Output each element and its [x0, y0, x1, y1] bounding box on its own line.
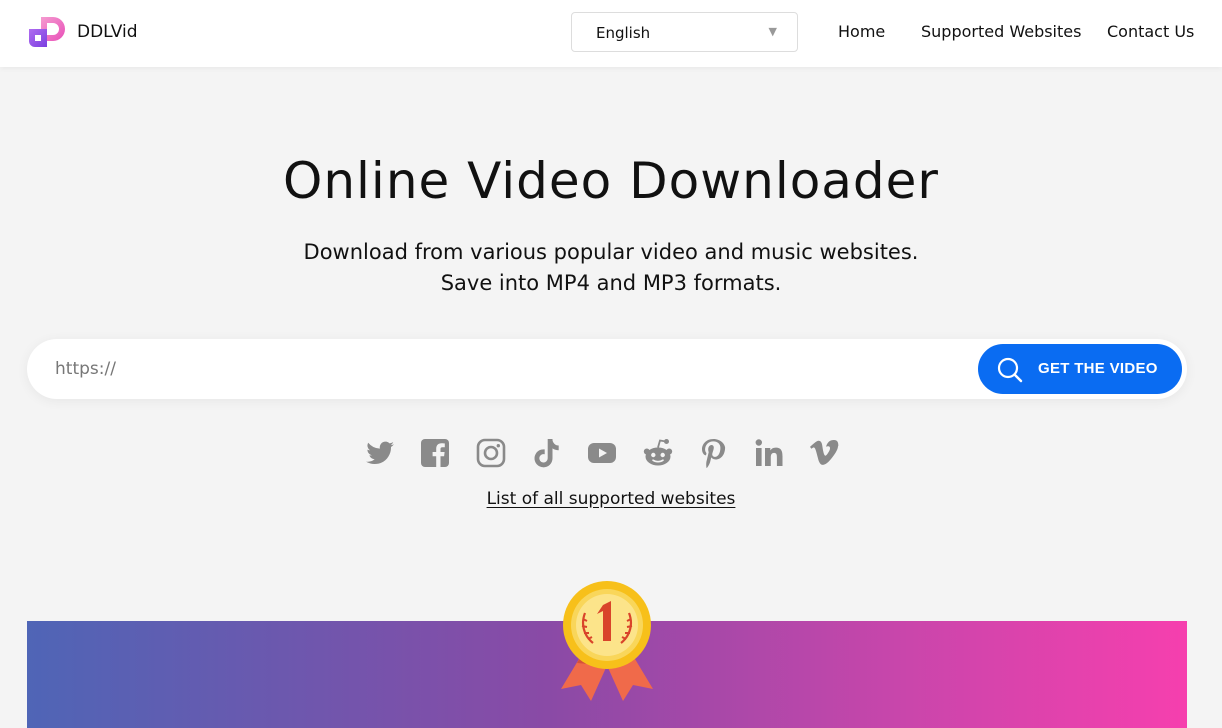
search-icon: [997, 357, 1023, 383]
tiktok-icon[interactable]: [530, 437, 562, 469]
language-select[interactable]: English ▼: [571, 12, 798, 52]
youtube-icon[interactable]: [586, 437, 618, 469]
language-selected: English: [596, 24, 651, 42]
instagram-icon[interactable]: [475, 437, 507, 469]
vimeo-icon[interactable]: [808, 437, 840, 469]
nav-home[interactable]: Home: [838, 22, 885, 41]
linkedin-icon[interactable]: [753, 437, 785, 469]
social-icons-row: [0, 437, 1222, 471]
url-input[interactable]: [55, 351, 955, 387]
reddit-icon[interactable]: [642, 437, 674, 469]
get-video-button[interactable]: GET THE VIDEO: [978, 344, 1182, 394]
logo-icon[interactable]: [27, 15, 67, 49]
pinterest-icon[interactable]: [697, 437, 729, 469]
supported-websites-link[interactable]: List of all supported websites: [487, 489, 736, 509]
page-title: Online Video Downloader: [282, 152, 939, 210]
facebook-icon[interactable]: [419, 437, 451, 469]
chevron-down-icon: ▼: [768, 25, 777, 38]
nav-contact-us[interactable]: Contact Us: [1107, 22, 1194, 41]
url-search-bar: GET THE VIDEO: [27, 339, 1187, 399]
subtitle-line-1: Download from various popular video and …: [303, 240, 919, 264]
subtitle-line-2: Save into MP4 and MP3 formats.: [440, 271, 782, 295]
get-video-label: GET THE VIDEO: [1038, 360, 1158, 377]
twitter-icon[interactable]: [364, 437, 396, 469]
nav-supported-websites[interactable]: Supported Websites: [921, 22, 1081, 41]
supported-websites-link-wrap: List of all supported websites: [0, 489, 1222, 509]
medal-icon: [561, 581, 653, 701]
header: DDLVid English ▼ Home Supported Websites…: [0, 0, 1222, 67]
brand-name[interactable]: DDLVid: [77, 22, 138, 42]
